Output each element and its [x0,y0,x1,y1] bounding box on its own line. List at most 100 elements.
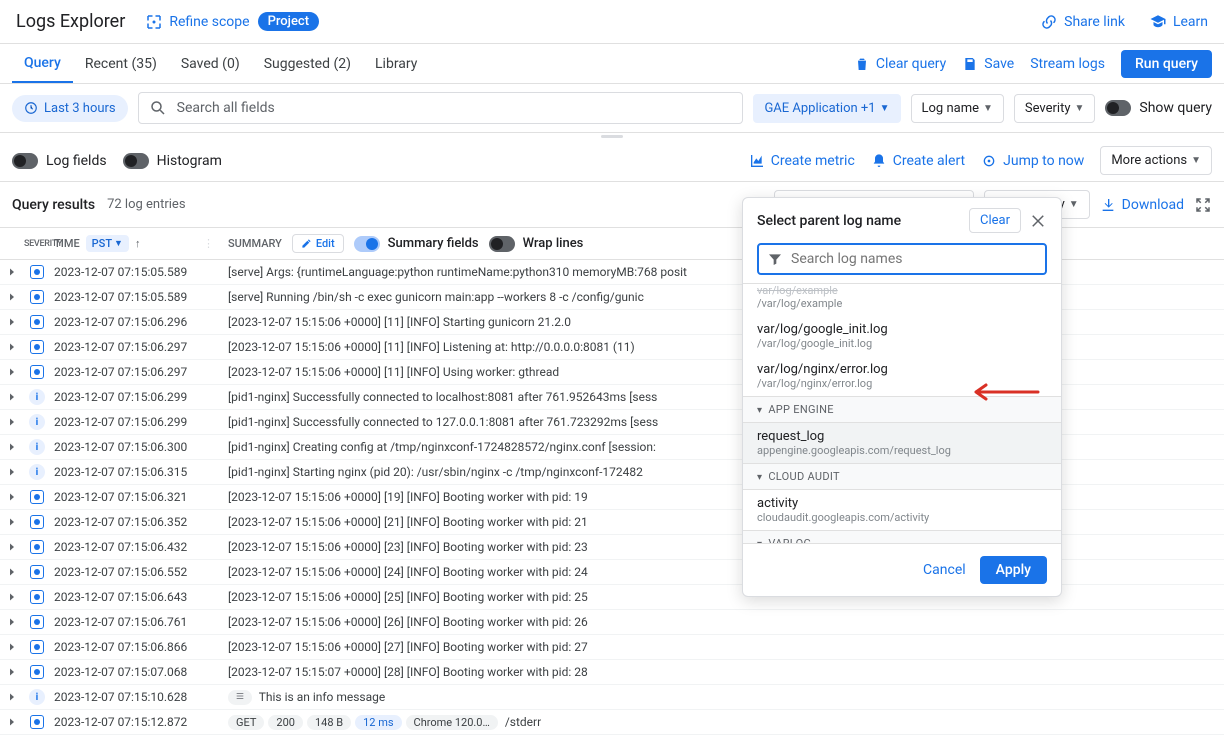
logname-label: Log name [922,101,979,116]
time-cell: 2023-12-07 07:15:07.068 [50,665,220,679]
learn-link[interactable]: Learn [1149,13,1208,31]
log-row[interactable]: 2023-12-07 07:15:07.068[2023-12-07 15:15… [0,660,1224,685]
sort-asc-icon[interactable]: ↑ [135,237,141,250]
time-cell: 2023-12-07 07:15:06.321 [50,490,220,504]
wrap-label: Wrap lines [523,236,584,251]
expand-icon[interactable] [0,416,24,428]
drag-handle[interactable] [0,133,1224,140]
tab-saved[interactable]: Saved (0) [169,46,252,82]
summary-fields-toggle[interactable]: Summary fields [354,236,479,252]
close-icon[interactable] [1029,212,1047,230]
create-metric[interactable]: Create metric [749,153,855,169]
more-actions-dropdown[interactable]: More actions ▼ [1100,146,1212,175]
learn-label: Learn [1173,14,1208,30]
expand-icon[interactable] [0,266,24,278]
jump-to-now[interactable]: Jump to now [981,153,1084,169]
download-label: Download [1122,197,1184,213]
severity-header[interactable]: SEVERITY [24,239,50,249]
log-row[interactable]: 2023-12-07 07:15:06.761[2023-12-07 15:15… [0,610,1224,635]
tab-library[interactable]: Library [363,46,429,82]
tabs: Query Recent (35) Saved (0) Suggested (2… [0,44,1224,84]
toggle-icon [354,236,380,252]
create-alert[interactable]: Create alert [871,153,965,169]
clear-query[interactable]: Clear query [854,56,946,72]
dialog-item[interactable]: var/log/example/var/log/example [743,284,1061,316]
time-range-chip[interactable]: Last 3 hours [12,95,128,122]
histogram-toggle[interactable]: Histogram [123,153,222,169]
page-title: Logs Explorer [16,11,125,32]
collapse-icon[interactable] [1194,196,1212,214]
create-metric-label: Create metric [771,153,855,169]
timezone-chip[interactable]: PST ▼ [86,235,129,252]
expand-icon[interactable] [0,441,24,453]
severity-cell [24,715,50,729]
logname-dropdown[interactable]: Log name ▼ [911,94,1004,123]
expand-icon[interactable] [0,566,24,578]
download[interactable]: Download [1100,197,1184,213]
dialog-cancel-button[interactable]: Cancel [923,556,966,584]
chevron-down-icon: ▼ [1075,103,1085,114]
refine-scope[interactable]: Refine scope [145,13,249,31]
dialog-item[interactable]: request_logappengine.googleapis.com/requ… [743,423,1061,463]
chevron-down-icon: ▼ [1069,199,1079,210]
expand-icon[interactable] [0,666,24,678]
log-fields-label: Log fields [46,153,107,169]
dialog-search-input[interactable] [791,251,1037,267]
dialog-clear-button[interactable]: Clear [969,208,1021,233]
expand-icon[interactable] [0,516,24,528]
dialog-list[interactable]: var/log/example/var/log/examplevar/log/g… [743,283,1061,543]
time-cell: 2023-12-07 07:15:06.299 [50,390,220,404]
time-header[interactable]: TIME PST ▼ ↑ ⋮ [50,235,220,252]
save-query[interactable]: Save [962,56,1014,72]
tab-query[interactable]: Query [12,45,73,83]
severity-cell: i [24,389,50,405]
scope-chip[interactable]: Project [258,12,319,31]
show-query-toggle[interactable]: Show query [1105,100,1212,116]
summary-header-label: SUMMARY [228,237,282,250]
expand-icon[interactable] [0,341,24,353]
expand-icon[interactable] [0,616,24,628]
dialog-item[interactable]: var/log/google_init.log/var/log/google_i… [743,316,1061,356]
expand-icon[interactable] [0,691,24,703]
show-query-label: Show query [1139,100,1212,116]
severity-dropdown[interactable]: Severity ▼ [1014,94,1096,123]
time-cell: 2023-12-07 07:15:06.643 [50,590,220,604]
wrap-lines-toggle[interactable]: Wrap lines [489,236,584,252]
dialog-group-header[interactable]: ▾CLOUD AUDIT [743,463,1061,490]
dialog-search[interactable] [757,243,1047,275]
expand-icon[interactable] [0,291,24,303]
expand-icon[interactable] [0,591,24,603]
expand-icon[interactable] [0,366,24,378]
severity-cell [24,565,50,579]
log-row[interactable]: i2023-12-07 07:15:10.628 This is an info… [0,685,1224,710]
tab-suggested[interactable]: Suggested (2) [252,46,363,82]
edit-summary[interactable]: Edit [292,234,344,253]
metric-icon [749,153,765,169]
time-cell: 2023-12-07 07:15:06.297 [50,340,220,354]
summary-header: SUMMARY Edit Summary fields Wrap lines [220,234,1224,253]
expand-icon[interactable] [0,541,24,553]
expand-icon[interactable] [0,716,24,728]
search-all-fields[interactable]: Search all fields [138,92,744,124]
dialog-group-header[interactable]: ▾VARLOG [743,530,1061,543]
resource-dropdown[interactable]: GAE Application +1 ▼ [753,94,900,123]
tab-recent[interactable]: Recent (35) [73,46,169,82]
summary-cell: [2023-12-07 15:15:06 +0000] [27] [INFO] … [220,640,1224,654]
results-count: 72 log entries [107,197,185,212]
log-fields-toggle[interactable]: Log fields [12,153,107,169]
dialog-item[interactable]: activitycloudaudit.googleapis.com/activi… [743,490,1061,530]
share-link[interactable]: Share link [1040,13,1125,31]
dialog-apply-button[interactable]: Apply [980,556,1047,584]
expand-icon[interactable] [0,466,24,478]
log-row[interactable]: 2023-12-07 07:15:06.866[2023-12-07 15:15… [0,635,1224,660]
more-actions-label: More actions [1111,153,1187,168]
log-row[interactable]: 2023-12-07 07:15:12.872GET200148 B12 msC… [0,710,1224,735]
stream-logs[interactable]: Stream logs [1030,56,1105,72]
expand-icon[interactable] [0,641,24,653]
resource-label: GAE Application +1 [764,101,875,116]
expand-icon[interactable] [0,491,24,503]
action-bar: Log fields Histogram Create metric Creat… [0,140,1224,182]
expand-icon[interactable] [0,316,24,328]
expand-icon[interactable] [0,391,24,403]
run-query-button[interactable]: Run query [1121,50,1212,78]
